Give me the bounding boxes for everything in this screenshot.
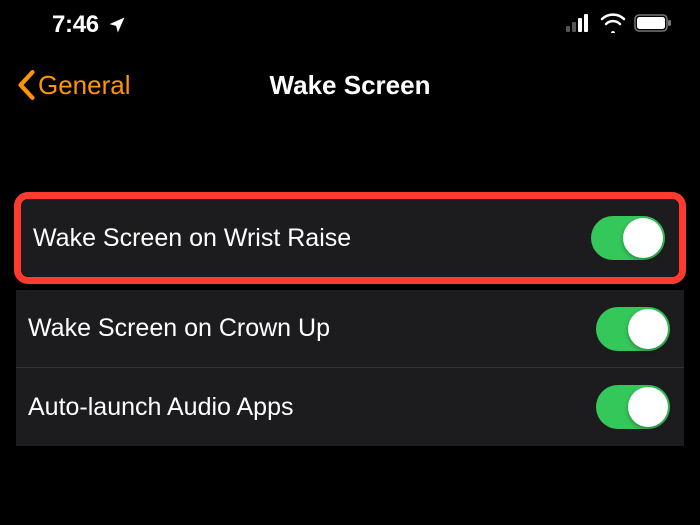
toggle-auto-launch-audio[interactable] bbox=[596, 385, 670, 429]
battery-icon bbox=[634, 14, 672, 37]
toggle-knob bbox=[628, 309, 668, 349]
status-time: 7:46 bbox=[52, 11, 99, 39]
status-bar-right bbox=[566, 13, 672, 38]
cellular-signal-icon bbox=[566, 14, 592, 37]
chevron-left-icon bbox=[16, 70, 36, 100]
page-title: Wake Screen bbox=[270, 70, 431, 101]
setting-label: Auto-launch Audio Apps bbox=[28, 393, 293, 422]
highlight-annotation: Wake Screen on Wrist Raise bbox=[14, 192, 686, 284]
status-bar: 7:46 bbox=[0, 0, 700, 50]
back-button[interactable]: General bbox=[16, 70, 131, 101]
toggle-wake-on-crown-up[interactable] bbox=[596, 307, 670, 351]
toggle-knob bbox=[623, 218, 663, 258]
setting-auto-launch-audio[interactable]: Auto-launch Audio Apps bbox=[16, 368, 684, 446]
location-icon bbox=[107, 15, 127, 35]
setting-wake-on-crown-up[interactable]: Wake Screen on Crown Up bbox=[16, 290, 684, 368]
settings-list: Wake Screen on Wrist Raise Wake Screen o… bbox=[0, 192, 700, 446]
nav-bar: General Wake Screen bbox=[0, 50, 700, 120]
setting-label: Wake Screen on Crown Up bbox=[28, 314, 330, 343]
setting-label: Wake Screen on Wrist Raise bbox=[33, 224, 351, 253]
back-label: General bbox=[38, 70, 131, 101]
wifi-icon bbox=[600, 13, 626, 38]
toggle-wake-on-wrist-raise[interactable] bbox=[591, 216, 665, 260]
setting-wake-on-wrist-raise[interactable]: Wake Screen on Wrist Raise bbox=[21, 199, 679, 277]
status-bar-left: 7:46 bbox=[52, 11, 127, 39]
toggle-knob bbox=[628, 387, 668, 427]
section-gap bbox=[0, 120, 700, 192]
